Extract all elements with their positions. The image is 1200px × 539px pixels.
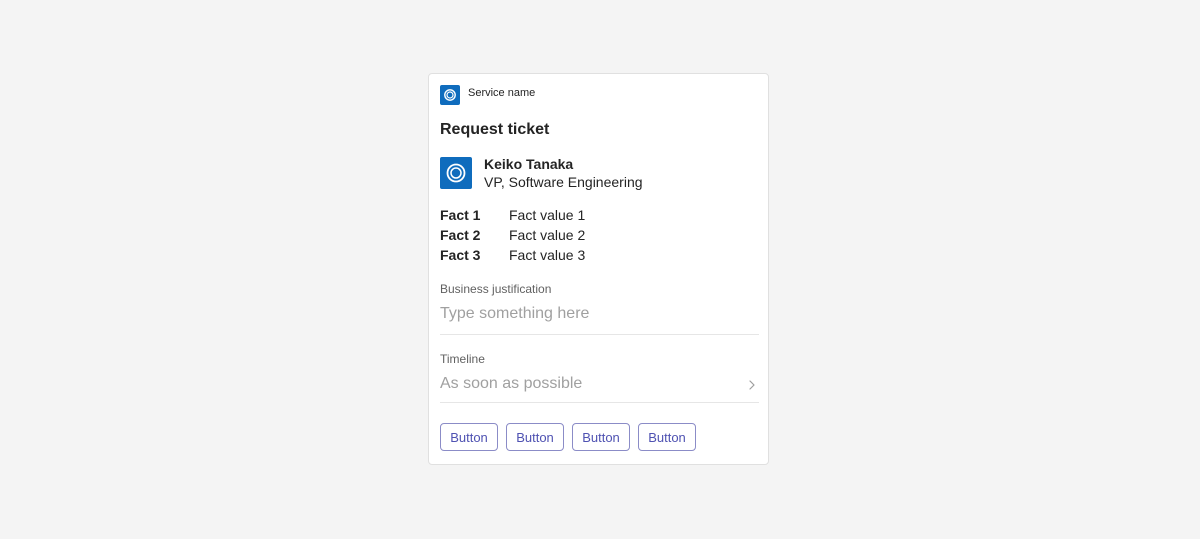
- fact-row: Fact 3 Fact value 3: [440, 245, 585, 265]
- justification-field: Business justification Type something he…: [440, 281, 759, 335]
- service-logo-icon: [440, 85, 460, 105]
- justification-label: Business justification: [440, 282, 552, 296]
- timeline-select[interactable]: As soon as possible: [440, 373, 759, 403]
- justification-input[interactable]: Type something here: [440, 303, 759, 335]
- fact-value: Fact value 3: [509, 247, 586, 263]
- person-info: Keiko Tanaka VP, Software Engineering: [484, 155, 643, 191]
- timeline-label: Timeline: [440, 352, 485, 366]
- fact-set: Fact 1 Fact value 1 Fact 2 Fact value 2 …: [440, 205, 585, 265]
- fact-value: Fact value 2: [509, 227, 586, 243]
- person-role: VP, Software Engineering: [484, 174, 643, 190]
- justification-placeholder: Type something here: [440, 305, 590, 322]
- card-title: Request ticket: [440, 121, 550, 138]
- service-name: Service name: [468, 87, 536, 99]
- action-button-4[interactable]: Button: [638, 423, 696, 451]
- fact-key: Fact 2: [440, 227, 481, 243]
- request-ticket-card: Service name Request ticket Keiko Tanaka…: [428, 73, 769, 465]
- fact-key: Fact 3: [440, 247, 481, 263]
- service-header: Service name: [440, 85, 535, 105]
- timeline-field: Timeline As soon as possible: [440, 351, 759, 403]
- chevron-right-icon: [749, 380, 755, 390]
- fact-row: Fact 2 Fact value 2: [440, 225, 585, 245]
- timeline-value: As soon as possible: [440, 375, 583, 392]
- action-button-3[interactable]: Button: [572, 423, 630, 451]
- fact-row: Fact 1 Fact value 1: [440, 205, 585, 225]
- action-buttons: Button Button Button Button: [440, 423, 704, 451]
- fact-value: Fact value 1: [509, 207, 586, 223]
- person-row: Keiko Tanaka VP, Software Engineering: [440, 155, 643, 191]
- avatar-logo-icon: [440, 157, 472, 189]
- action-button-1[interactable]: Button: [440, 423, 498, 451]
- fact-key: Fact 1: [440, 207, 481, 223]
- person-name: Keiko Tanaka: [484, 156, 574, 172]
- action-button-2[interactable]: Button: [506, 423, 564, 451]
